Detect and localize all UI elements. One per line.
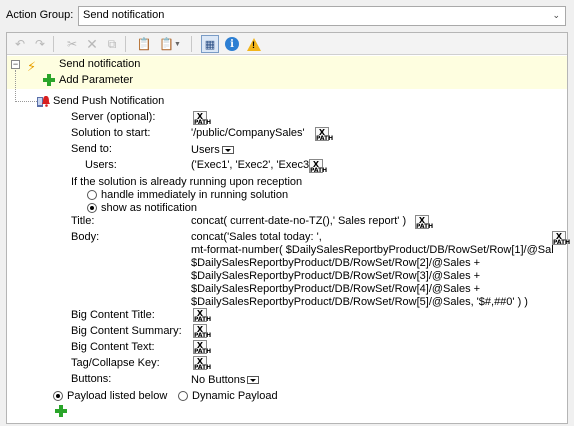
server-xpath-button[interactable]: X PATH <box>193 111 211 126</box>
body-line: $DailySalesReportbyProduct/DB/RowSet/Row… <box>191 283 481 295</box>
solution-label: Solution to start: <box>71 127 151 139</box>
add-payload-icon[interactable] <box>55 405 67 417</box>
body-label: Body: <box>71 231 100 243</box>
buttons-label: Buttons: <box>71 373 112 385</box>
dynamic-payload-radio[interactable] <box>178 391 188 401</box>
tag-label: Tag/Collapse Key: <box>71 357 160 369</box>
payload-listed-label[interactable]: Payload listed below <box>67 390 167 402</box>
action-title[interactable]: Send notification <box>59 58 140 70</box>
handle-immediately-radio[interactable] <box>87 190 97 200</box>
body-line: $DailySalesReportbyProduct/DB/RowSet/Row… <box>191 296 528 308</box>
buttons-dropdown[interactable]: No Buttons <box>191 374 260 386</box>
collapse-toggle[interactable]: − <box>11 60 20 69</box>
body-value[interactable]: concat('Sales total today: ', mt-format-… <box>191 231 553 309</box>
body-line: $DailySalesReportbyProduct/DB/RowSet/Row… <box>191 257 481 269</box>
toolbar: ↶ ↷ ✂ ✕ ⧉ 📋 📋 ▼ ▦ i ! <box>7 33 567 55</box>
big-summary-label: Big Content Summary: <box>71 325 182 337</box>
dropdown-arrow-icon[interactable] <box>247 376 260 385</box>
lightning-icon: ⚡ <box>27 59 37 74</box>
cut-icon[interactable]: ✂ <box>63 35 81 53</box>
copy-icon[interactable]: ⧉ <box>103 35 121 53</box>
big-title-xpath-button[interactable]: X PATH <box>193 308 211 323</box>
body-line: mt-format-number( $DailySalesReportbyPro… <box>191 244 553 256</box>
payload-listed-radio[interactable] <box>53 391 63 401</box>
add-parameter-icon[interactable] <box>43 74 55 86</box>
users-value[interactable]: ('Exec1', 'Exec2', 'Exec3') <box>191 159 315 171</box>
add-parameter-link[interactable]: Add Parameter <box>59 74 133 86</box>
body-xpath-button[interactable]: X PATH <box>552 231 570 246</box>
big-summary-xpath-button[interactable]: X PATH <box>193 324 211 339</box>
info-icon[interactable]: i <box>223 35 241 53</box>
show-notification-label[interactable]: show as notification <box>101 202 197 214</box>
chevron-down-icon[interactable]: ⌄ <box>552 10 560 21</box>
running-label: If the solution is already running upon … <box>71 176 303 188</box>
action-group-select[interactable]: Send notification ⌄ <box>78 6 566 26</box>
undo-icon[interactable]: ↶ <box>11 35 29 53</box>
show-notification-radio[interactable] <box>87 203 97 213</box>
send-to-dropdown[interactable]: Users <box>191 144 234 156</box>
paste-icon[interactable]: 📋 <box>135 35 153 53</box>
handle-immediately-label[interactable]: handle immediately in running solution <box>101 189 288 201</box>
tag-xpath-button[interactable]: X PATH <box>193 356 211 371</box>
redo-icon[interactable]: ↷ <box>31 35 49 53</box>
grid-view-icon[interactable]: ▦ <box>201 35 219 53</box>
dynamic-payload-label[interactable]: Dynamic Payload <box>192 390 278 402</box>
solution-value[interactable]: '/public/CompanySales' <box>191 127 305 139</box>
body-line: $DailySalesReportbyProduct/DB/RowSet/Row… <box>191 270 481 282</box>
bell-icon <box>37 96 50 107</box>
title-label: Title: <box>71 215 95 227</box>
big-title-label: Big Content Title: <box>71 309 155 321</box>
body-line: concat('Sales total today: ', <box>191 231 322 243</box>
action-group-value: Send notification <box>83 9 165 21</box>
users-xpath-button[interactable]: X PATH <box>309 159 327 174</box>
warning-icon[interactable]: ! <box>245 35 263 53</box>
action-group-label: Action Group: <box>6 9 74 21</box>
title-value[interactable]: concat( current-date-no-TZ(),' Sales rep… <box>191 215 406 227</box>
action-editor-panel: ↶ ↷ ✂ ✕ ⧉ 📋 📋 ▼ ▦ i ! − ⚡ Send notificati… <box>6 32 570 424</box>
dropdown-arrow-icon[interactable] <box>221 146 234 155</box>
server-label: Server (optional): <box>71 111 156 123</box>
delete-icon[interactable]: ✕ <box>83 35 101 53</box>
big-text-xpath-button[interactable]: X PATH <box>193 340 211 355</box>
paste-special-icon[interactable]: 📋 ▼ <box>157 35 183 53</box>
push-notification-title[interactable]: Send Push Notification <box>53 95 164 107</box>
solution-xpath-button[interactable]: X PATH <box>315 127 333 142</box>
users-label: Users: <box>85 159 117 171</box>
title-xpath-button[interactable]: X PATH <box>415 215 433 230</box>
send-to-label: Send to: <box>71 143 112 155</box>
big-text-label: Big Content Text: <box>71 341 155 353</box>
